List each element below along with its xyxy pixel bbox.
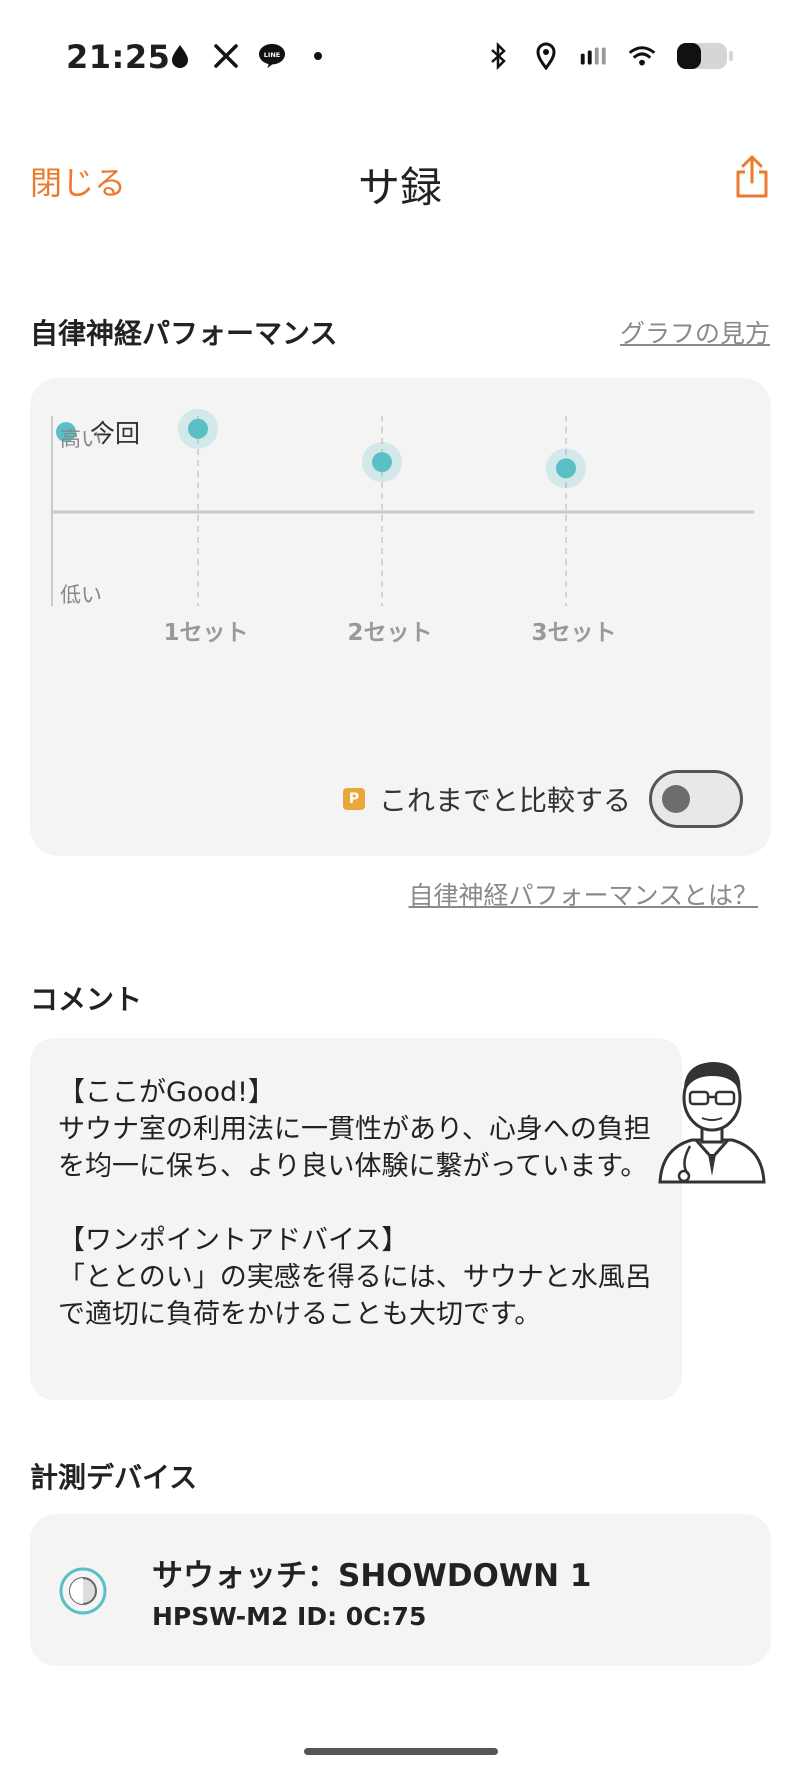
status-left-icons: LINE <box>166 42 332 70</box>
comment-title: コメント <box>30 983 143 1016</box>
status-right-icons <box>484 42 734 70</box>
device-title: 計測デバイス <box>30 1461 198 1494</box>
device-id: HPSW-M2 ID: 0C:75 <box>152 1602 427 1631</box>
y-bottom-label: 低い <box>60 583 102 607</box>
home-indicator[interactable] <box>304 1748 498 1755</box>
performance-title: 自律神経パフォーマンス <box>30 317 338 350</box>
share-icon[interactable] <box>732 154 772 200</box>
watch-icon <box>58 1566 108 1616</box>
comment-advice-text: 「ととのい」の実感を得るには、サウナと水風呂で適切に負荷をかけることも大切です。 <box>58 1262 652 1330</box>
y-top-label: 高い <box>60 427 102 451</box>
signal-icon <box>580 42 608 70</box>
battery-icon <box>676 42 734 70</box>
data-point <box>556 458 576 479</box>
x-tick-label: 2セット <box>347 620 432 646</box>
compare-toggle[interactable] <box>649 770 743 828</box>
comment-advice-heading: 【ワンポイントアドバイス】 <box>58 1225 409 1256</box>
toggle-knob <box>662 785 690 813</box>
x-icon <box>212 42 240 70</box>
device-card[interactable]: サウォッチ：SHOWDOWN 1 HPSW-M2 ID: 0C:75 <box>30 1514 771 1666</box>
bluetooth-icon <box>484 42 512 70</box>
comment-good-text: サウナ室の利用法に一貫性があり、心身への負担を均一に保ち、より良い体験に繋がって… <box>58 1114 651 1182</box>
page-title: サ録 <box>357 163 442 212</box>
comment-bubble: 【ここがGood!】 サウナ室の利用法に一貫性があり、心身への負担を均一に保ち、… <box>30 1038 682 1400</box>
status-time: 21:25 <box>66 38 171 76</box>
device-name: サウォッチ：SHOWDOWN 1 <box>152 1558 592 1594</box>
location-icon <box>532 42 560 70</box>
compare-label: これまでと比較する <box>378 784 631 817</box>
dot-icon <box>304 42 332 70</box>
comment-spacer <box>58 1185 652 1222</box>
drop-icon <box>166 42 194 70</box>
data-point <box>372 452 392 473</box>
x-tick-label: 3セット <box>531 620 616 646</box>
about-performance-link[interactable]: 自律神経パフォーマンスとは？ <box>408 876 758 912</box>
svg-text:LINE: LINE <box>264 51 280 59</box>
doctor-icon <box>652 1036 772 1186</box>
performance-chart: 高い低い 1セット 2セット 3セット <box>51 408 754 646</box>
wifi-icon <box>628 42 656 70</box>
data-point <box>188 418 208 439</box>
status-bar: 21:25 LINE <box>0 0 800 120</box>
x-tick-label: 1セット <box>163 620 248 646</box>
comment-good-heading: 【ここがGood!】 <box>58 1077 275 1108</box>
graph-help-link[interactable]: グラフの見方 <box>620 314 770 350</box>
header: 閉じる サ録 <box>0 140 800 220</box>
compare-row: P これまでと比較する <box>342 770 743 828</box>
line-icon: LINE <box>258 42 286 70</box>
points-badge: P <box>342 788 365 810</box>
performance-card: 今回 高い 低い 1セット 2セット 3セット P これまでと比較する <box>30 378 771 856</box>
